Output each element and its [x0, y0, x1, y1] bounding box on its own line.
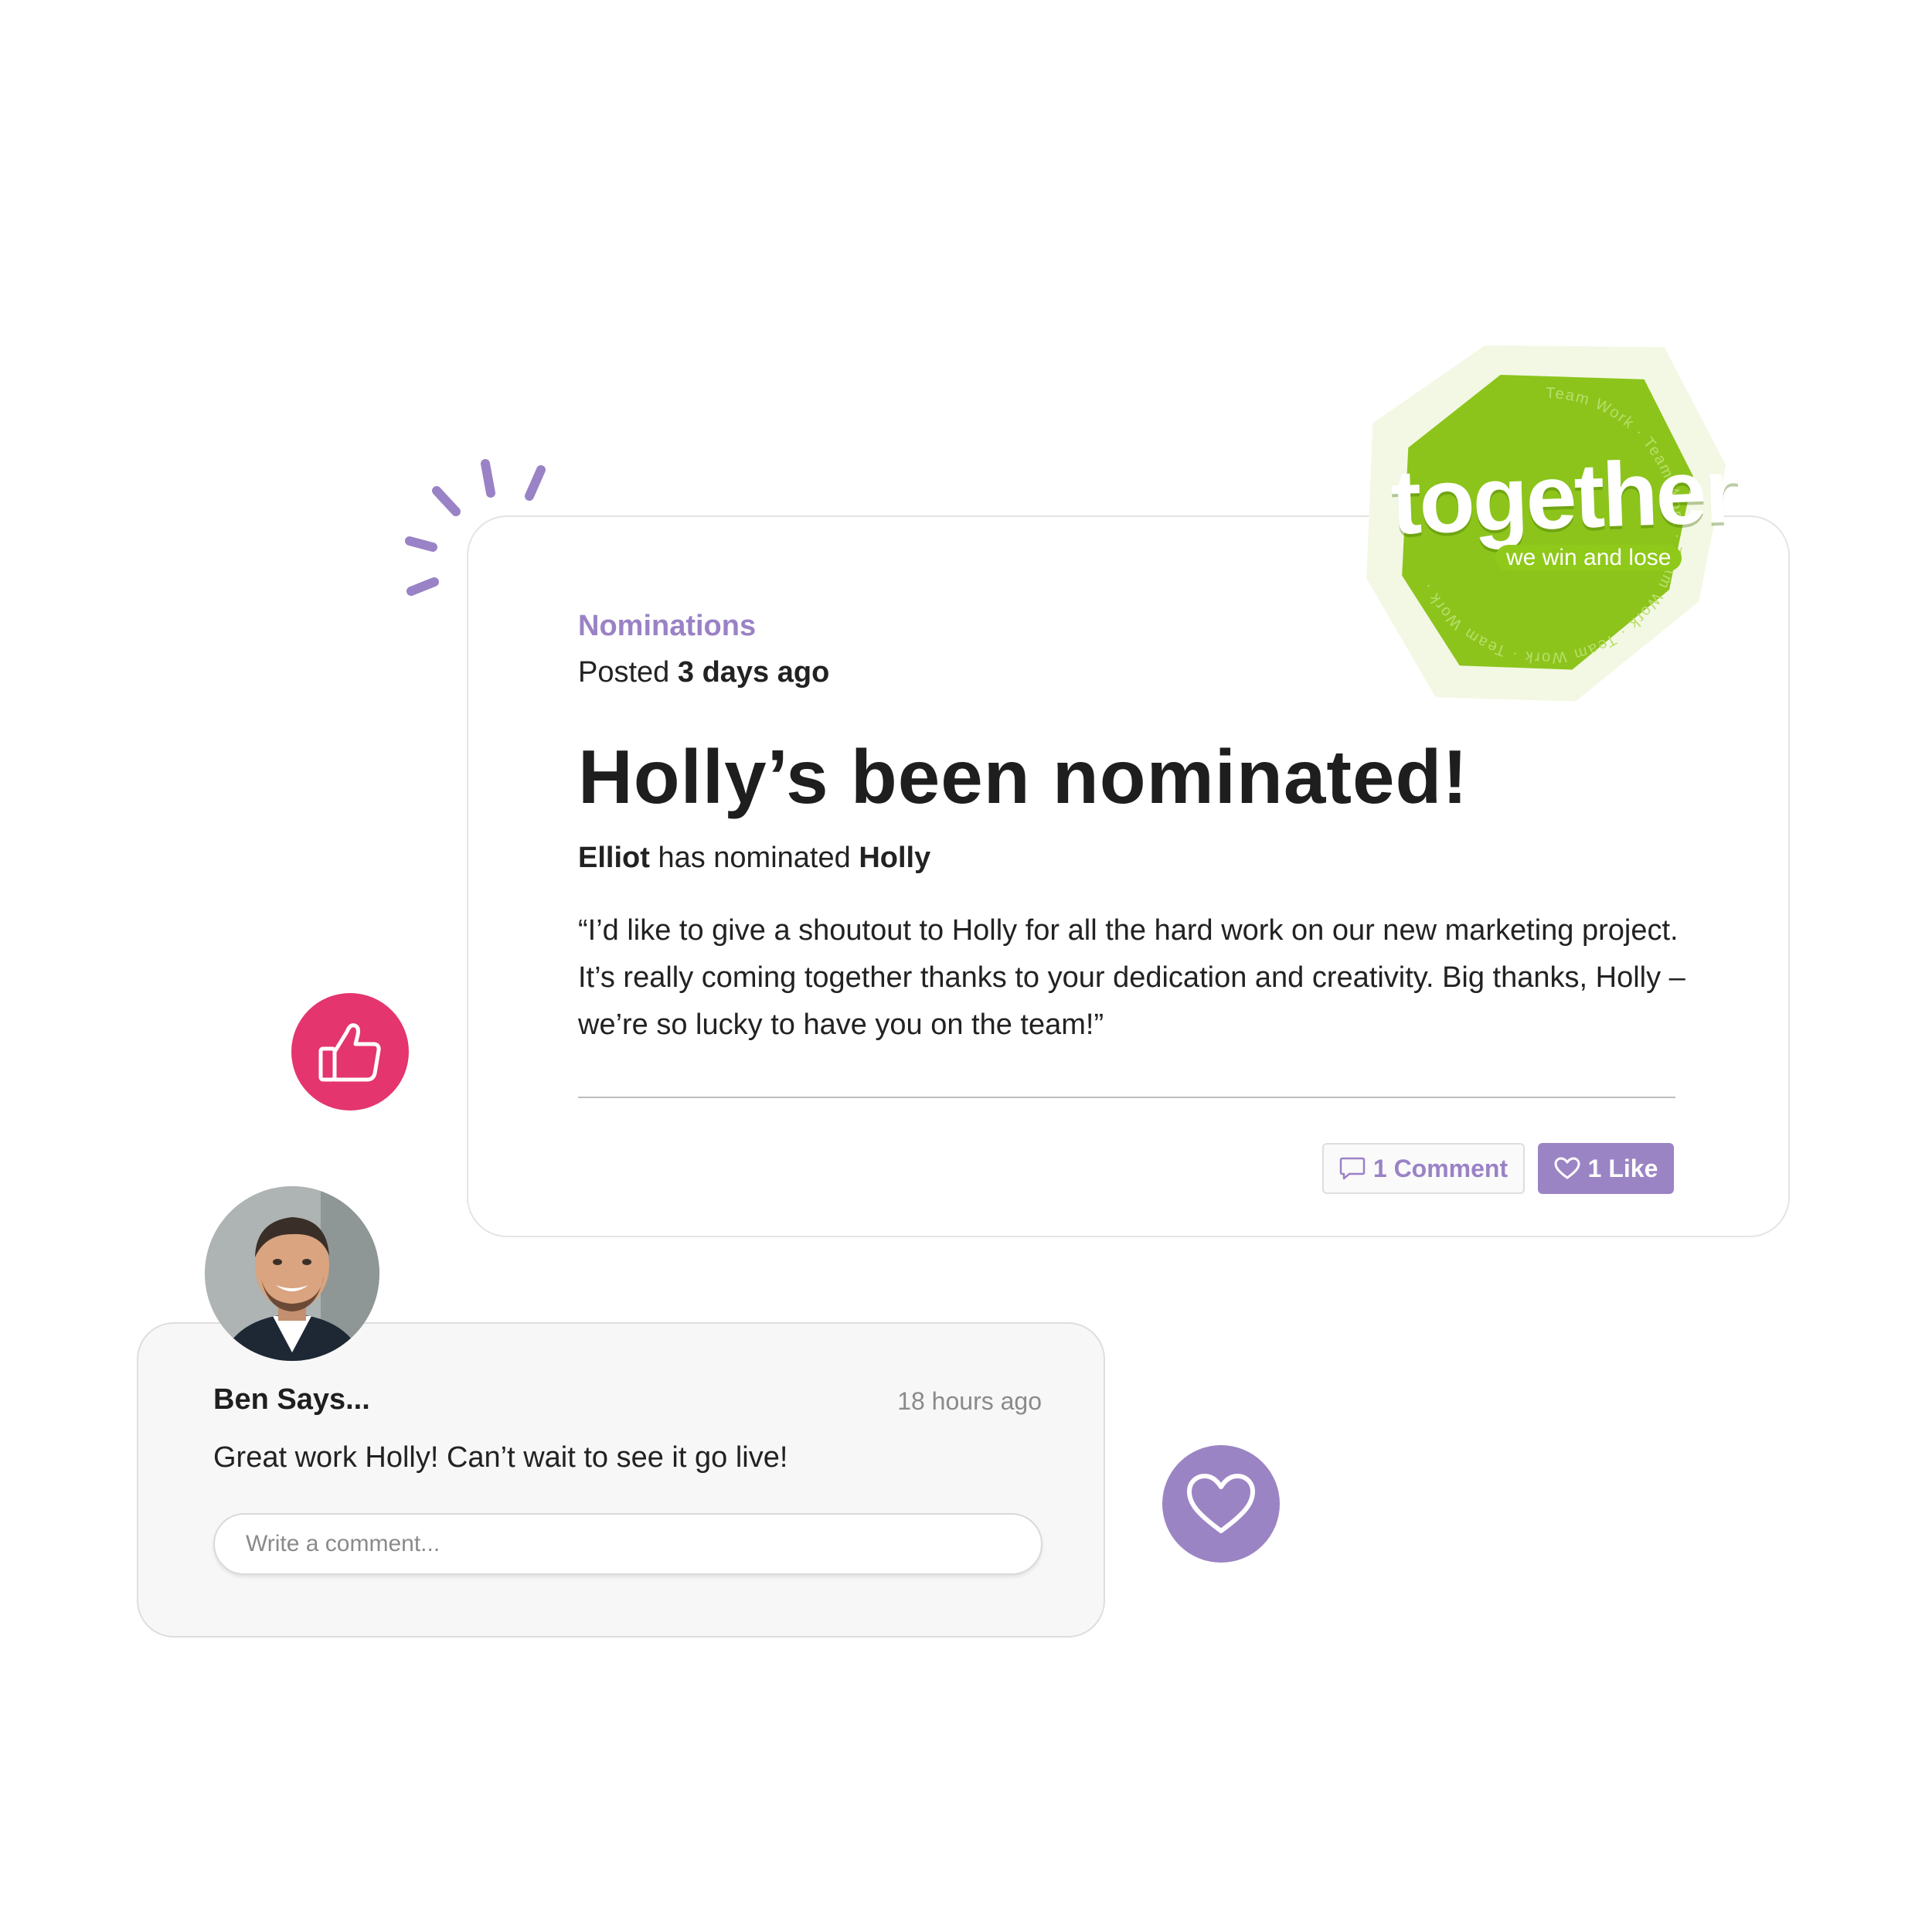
nomination-verb: has nominated [658, 842, 851, 874]
comment-text: Great work Holly! Can’t wait to see it g… [213, 1441, 788, 1474]
badge-subtitle: we win and lose [1495, 545, 1682, 571]
post-timestamp: Posted 3 days ago [578, 656, 829, 689]
comment-card: Ben Says... 18 hours ago Great work Holl… [137, 1322, 1105, 1638]
comment-count-button[interactable]: 1 Comment [1322, 1143, 1525, 1194]
nomination-quote: “I’d like to give a shoutout to Holly fo… [578, 914, 1685, 1041]
nominee-name[interactable]: Holly [859, 842, 930, 874]
post-title: Holly’s been nominated! [578, 734, 1468, 819]
like-button[interactable]: 1 Like [1538, 1143, 1674, 1194]
posted-time: 3 days ago [677, 656, 830, 689]
comment-count-label: 1 Comment [1372, 1154, 1509, 1182]
avatar-portrait [205, 1186, 379, 1361]
nomination-line: Elliot has nominated Holly [578, 842, 930, 875]
avatar[interactable] [205, 1186, 379, 1361]
comment-timestamp: 18 hours ago [897, 1387, 1042, 1415]
comment-author: Ben Says... [213, 1383, 370, 1416]
thumbs-up-reaction[interactable] [291, 993, 409, 1111]
heart-outline-icon [1554, 1157, 1580, 1179]
thumbs-up-icon [318, 1023, 381, 1082]
badge-word: together [1389, 440, 1740, 554]
heart-reaction[interactable] [1162, 1445, 1280, 1563]
like-count-label: 1 Like [1587, 1154, 1658, 1182]
comment-icon [1339, 1157, 1366, 1180]
nominator-name[interactable]: Elliot [578, 842, 650, 874]
post-category[interactable]: Nominations [578, 610, 756, 643]
heart-icon [1187, 1474, 1255, 1533]
posted-prefix: Posted [578, 656, 670, 689]
divider [578, 1097, 1675, 1098]
comment-input[interactable] [213, 1513, 1043, 1575]
